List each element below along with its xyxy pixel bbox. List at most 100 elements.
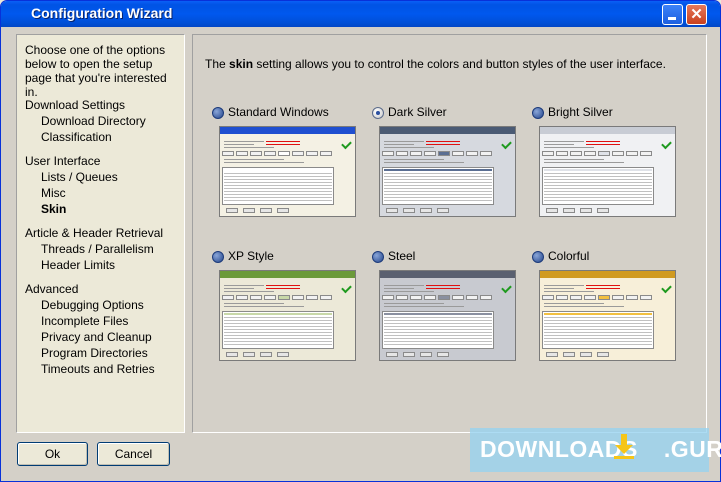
- preview-grid-row: [224, 317, 332, 318]
- preview-grid: [222, 311, 334, 349]
- preview-grid-row: [224, 185, 332, 186]
- skin-radio-xp-style[interactable]: [212, 251, 224, 263]
- skin-option-steel[interactable]: Steel: [372, 249, 522, 399]
- preview-menubar: [380, 134, 515, 138]
- preview-grid-row: [224, 176, 332, 177]
- skin-preview-bright-silver[interactable]: [539, 126, 676, 217]
- nav-program-directories[interactable]: Program Directories: [41, 346, 148, 360]
- preview-tab: [250, 151, 262, 156]
- preview-menubar: [220, 134, 355, 138]
- preview-tab: [264, 151, 276, 156]
- skin-label-steel[interactable]: Steel: [388, 249, 415, 263]
- preview-grid-row: [544, 317, 652, 318]
- skin-option-dark-silver[interactable]: Dark Silver: [372, 105, 522, 255]
- nav-misc[interactable]: Misc: [41, 186, 66, 200]
- skin-option-colorful[interactable]: Colorful: [532, 249, 682, 399]
- preview-grid-row: [224, 179, 332, 180]
- options-sidebar: Choose one of the options below to open …: [16, 34, 185, 433]
- skin-label-colorful[interactable]: Colorful: [548, 249, 589, 263]
- skin-label-dark-silver[interactable]: Dark Silver: [388, 105, 447, 119]
- preview-grid-row: [224, 200, 332, 201]
- minimize-button[interactable]: [662, 4, 683, 25]
- skin-preview-standard-windows[interactable]: [219, 126, 356, 217]
- preview-grid: [382, 311, 494, 349]
- preview-status-text: [266, 144, 300, 145]
- preview-grid-row: [224, 335, 332, 336]
- skin-label-standard-windows[interactable]: Standard Windows: [228, 105, 329, 119]
- preview-grid-row: [384, 317, 492, 318]
- nav-threads-parallelism[interactable]: Threads / Parallelism: [41, 242, 154, 256]
- preview-tab: [626, 151, 638, 156]
- preview-status-text: [426, 285, 460, 286]
- preview-button: [437, 352, 449, 357]
- nav-header-limits[interactable]: Header Limits: [41, 258, 115, 272]
- preview-text-line: [384, 162, 464, 163]
- preview-tab: [438, 295, 450, 300]
- preview-tab: [222, 151, 234, 156]
- preview-text-line: [224, 291, 274, 292]
- skin-option-bright-silver[interactable]: Bright Silver: [532, 105, 682, 255]
- skin-description: The skin setting allows you to control t…: [205, 57, 666, 71]
- preview-grid-row: [544, 338, 652, 339]
- skin-preview-dark-silver[interactable]: [379, 126, 516, 217]
- skin-preview-colorful[interactable]: [539, 270, 676, 361]
- preview-text-line: [544, 141, 584, 142]
- nav-skin[interactable]: Skin: [41, 202, 66, 216]
- preview-check-icon: [501, 138, 512, 150]
- nav-incomplete-files[interactable]: Incomplete Files: [41, 314, 128, 328]
- preview-tab: [612, 295, 624, 300]
- preview-text-line: [544, 162, 624, 163]
- cancel-button[interactable]: Cancel: [97, 442, 170, 466]
- skin-radio-colorful[interactable]: [532, 251, 544, 263]
- preview-text-line: [224, 288, 254, 289]
- preview-tab: [584, 295, 596, 300]
- preview-grid-row: [384, 329, 492, 330]
- preview-text-line: [384, 306, 464, 307]
- preview-tab: [320, 295, 332, 300]
- nav-privacy-cleanup[interactable]: Privacy and Cleanup: [41, 330, 152, 344]
- nav-timeouts-retries[interactable]: Timeouts and Retries: [41, 362, 155, 376]
- skin-radio-dark-silver[interactable]: [372, 107, 384, 119]
- skin-label-bright-silver[interactable]: Bright Silver: [548, 105, 613, 119]
- skin-radio-standard-windows[interactable]: [212, 107, 224, 119]
- preview-tab: [424, 151, 436, 156]
- preview-tab: [382, 151, 394, 156]
- preview-tab: [452, 151, 464, 156]
- preview-text-line: [384, 291, 434, 292]
- preview-grid-row: [224, 197, 332, 198]
- preview-status-text: [426, 141, 460, 142]
- preview-titlebar: [380, 127, 515, 134]
- skin-option-standard-windows[interactable]: Standard Windows: [212, 105, 362, 255]
- preview-text-line: [544, 144, 574, 145]
- preview-button: [403, 208, 415, 213]
- close-button[interactable]: ✕: [686, 4, 707, 25]
- nav-classification[interactable]: Classification: [41, 130, 112, 144]
- preview-text-line: [224, 306, 304, 307]
- preview-status-text: [586, 141, 620, 142]
- preview-grid-row: [384, 320, 492, 321]
- skin-preview-steel[interactable]: [379, 270, 516, 361]
- preview-grid-header: [224, 169, 332, 171]
- nav-lists-queues[interactable]: Lists / Queues: [41, 170, 118, 184]
- skin-radio-bright-silver[interactable]: [532, 107, 544, 119]
- skin-radio-steel[interactable]: [372, 251, 384, 263]
- skin-preview-xp-style[interactable]: [219, 270, 356, 361]
- skin-label-xp-style[interactable]: XP Style: [228, 249, 274, 263]
- preview-tab: [612, 151, 624, 156]
- category-advanced: Advanced: [25, 282, 79, 296]
- title-bar[interactable]: Configuration Wizard ✕: [1, 1, 720, 27]
- preview-grid-row: [384, 182, 492, 183]
- preview-text-line: [384, 141, 424, 142]
- preview-grid-row: [544, 329, 652, 330]
- nav-debugging-options[interactable]: Debugging Options: [41, 298, 144, 312]
- preview-button: [277, 352, 289, 357]
- preview-check-icon: [501, 282, 512, 294]
- preview-tab: [236, 151, 248, 156]
- preview-grid-row: [224, 329, 332, 330]
- preview-tab: [250, 295, 262, 300]
- nav-download-directory[interactable]: Download Directory: [41, 114, 146, 128]
- preview-tab: [410, 295, 422, 300]
- skin-option-xp-style[interactable]: XP Style: [212, 249, 362, 399]
- ok-button[interactable]: Ok: [17, 442, 88, 466]
- preview-tab: [556, 295, 568, 300]
